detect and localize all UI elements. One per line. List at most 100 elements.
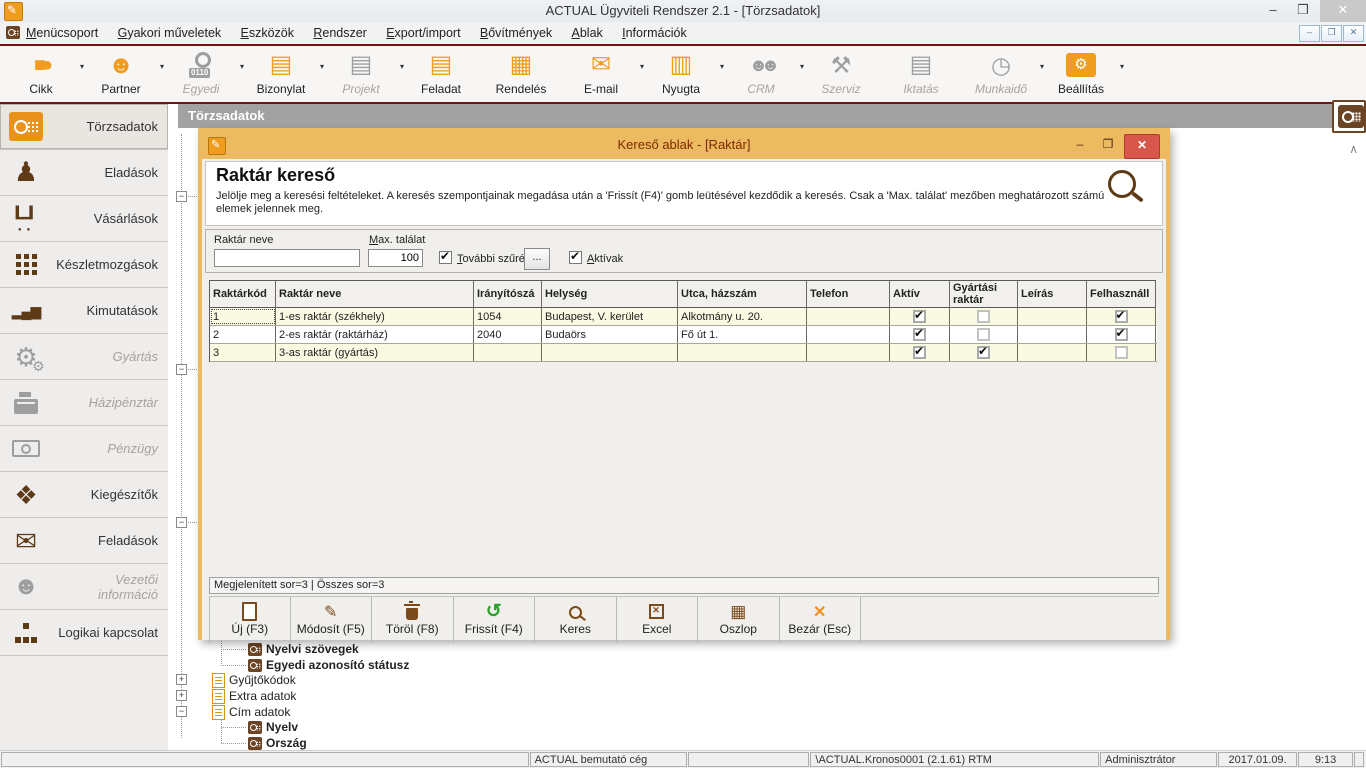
column-header[interactable]: Utca, házszám [678, 280, 807, 308]
grid-header-row[interactable]: Raktárkód Raktár neve Irányítószá Helysé… [210, 280, 1157, 308]
cell-zip[interactable] [474, 344, 542, 361]
menu-menucsoport[interactable]: Menücsoport [26, 22, 98, 44]
window-minimize-button[interactable]: – [1258, 0, 1288, 22]
tree-expander[interactable]: + [176, 690, 187, 701]
cell-street[interactable]: Fő út 1. [678, 326, 807, 343]
menu-gyakori-muveletek[interactable]: Gyakori műveletek [118, 22, 222, 44]
window-restore-button[interactable]: ❐ [1288, 0, 1318, 22]
cell-city[interactable]: Budaörs [542, 326, 678, 343]
modify-button[interactable]: Módosít (F5) [291, 597, 373, 643]
menu-export-import[interactable]: Export/import [386, 22, 460, 44]
grid-row[interactable]: 3 3-as raktár (gyártás) [210, 344, 1157, 362]
aktiv-checkbox[interactable] [913, 328, 926, 341]
mdi-minimize-button[interactable]: – [1299, 25, 1320, 42]
window-close-button[interactable]: ✕ [1320, 0, 1366, 22]
cell-name[interactable]: 1-es raktár (székhely) [276, 308, 474, 325]
dropdown-arrow-icon[interactable] [160, 62, 164, 71]
dropdown-arrow-icon[interactable] [640, 62, 644, 71]
toolbar-rendeles[interactable]: Rendelés [486, 46, 566, 102]
dialog-maximize-button[interactable]: ❐ [1096, 134, 1120, 156]
toolbar-nyugta[interactable]: Nyugta [646, 46, 726, 102]
cell-street[interactable] [678, 344, 807, 361]
mdi-restore-button[interactable]: ❐ [1321, 25, 1342, 42]
more-filter-label[interactable]: További szűrés [457, 253, 530, 265]
tree-item[interactable]: Extra adatok [212, 688, 296, 704]
dropdown-arrow-icon[interactable] [720, 62, 724, 71]
tree-item[interactable]: Ország [248, 735, 307, 751]
sidebar-item-kimutatasok[interactable]: Kimutatások [0, 288, 168, 334]
toolbar-bizonylat[interactable]: Bizonylat [246, 46, 326, 102]
gyartasi-checkbox[interactable] [977, 310, 990, 323]
columns-button[interactable]: Oszlop [698, 597, 780, 643]
dropdown-arrow-icon[interactable] [80, 62, 84, 71]
sidebar-item-vasarlasok[interactable]: Vásárlások [0, 196, 168, 242]
dialog-minimize-button[interactable]: – [1068, 134, 1092, 156]
menu-bovitmenyek[interactable]: Bővítmények [480, 22, 552, 44]
dialog-close-button[interactable]: ✕ [1124, 134, 1160, 159]
column-header[interactable]: Aktív [890, 280, 950, 308]
toolbar-beallitas[interactable]: Beállítás [1046, 46, 1126, 102]
sidebar-item-feladasok[interactable]: Feladások [0, 518, 168, 564]
cell-leiras[interactable] [1018, 308, 1087, 325]
warehouse-name-input[interactable] [214, 249, 360, 267]
felhasznal-checkbox[interactable] [1115, 310, 1128, 323]
search-button[interactable]: Keres [535, 597, 617, 643]
max-results-input[interactable] [368, 249, 423, 267]
toolbar-cikk[interactable]: Cikk [6, 46, 86, 102]
cell-name[interactable]: 3-as raktár (gyártás) [276, 344, 474, 361]
tree-expander[interactable]: − [176, 706, 187, 717]
menu-rendszer[interactable]: Rendszer [313, 22, 367, 44]
more-filter-checkbox[interactable] [439, 251, 452, 264]
gyartasi-checkbox[interactable] [977, 346, 990, 359]
felhasznal-checkbox[interactable] [1115, 346, 1128, 359]
tree-item[interactable]: Cím adatok [212, 704, 290, 720]
column-header[interactable]: Felhasználl [1087, 280, 1156, 308]
column-header[interactable]: Raktárkód [210, 280, 276, 308]
mdi-close-button[interactable]: ✕ [1343, 25, 1364, 42]
sidebar-item-kiegeszitok[interactable]: Kiegészítők [0, 472, 168, 518]
cell-zip[interactable]: 2040 [474, 326, 542, 343]
tree-item[interactable]: Gyűjtőkódok [212, 672, 296, 688]
menu-eszkozok[interactable]: Eszközök [241, 22, 295, 44]
dropdown-arrow-icon[interactable] [320, 62, 324, 71]
tree-expander[interactable]: − [176, 364, 187, 375]
grid-row[interactable]: 1 1-es raktár (székhely) 1054 Budapest, … [210, 308, 1157, 326]
tree-expander[interactable]: + [176, 674, 187, 685]
sidebar-item-torzsadatok[interactable]: Törzsadatok [0, 104, 168, 150]
close-button[interactable]: Bezár (Esc) [780, 597, 862, 643]
column-header[interactable]: Gyártási raktár [950, 280, 1018, 308]
dialog-titlebar[interactable]: Kereső ablak - [Raktár] – ❐ ✕ [202, 132, 1166, 159]
cell-code[interactable]: 2 [210, 326, 276, 343]
toolbar-email[interactable]: E-mail [566, 46, 646, 102]
tree-item[interactable]: Nyelvi szövegek [248, 641, 359, 657]
sidebar-item-keszletmozgasok[interactable]: Készletmozgások [0, 242, 168, 288]
grid-row[interactable]: 2 2-es raktár (raktárház) 2040 Budaörs F… [210, 326, 1157, 344]
column-header[interactable]: Telefon [807, 280, 890, 308]
tree-item[interactable]: Egyedi azonosító státusz [248, 657, 409, 673]
cell-phone[interactable] [807, 326, 890, 343]
felhasznal-checkbox[interactable] [1115, 328, 1128, 341]
cell-street[interactable]: Alkotmány u. 20. [678, 308, 807, 325]
column-header[interactable]: Irányítószá [474, 280, 542, 308]
cell-phone[interactable] [807, 308, 890, 325]
aktiv-checkbox[interactable] [913, 310, 926, 323]
torzsadatok-safe-button[interactable] [1332, 100, 1366, 133]
excel-button[interactable]: Excel [617, 597, 699, 643]
new-button[interactable]: Új (F3) [209, 597, 291, 643]
column-header[interactable]: Helység [542, 280, 678, 308]
tree-expander[interactable]: − [176, 191, 187, 202]
active-label[interactable]: Aktívak [587, 253, 623, 265]
cell-city[interactable]: Budapest, V. kerület [542, 308, 678, 325]
cell-code[interactable]: 3 [210, 344, 276, 361]
menu-informaciok[interactable]: Információk [622, 22, 687, 44]
toolbar-feladat[interactable]: Feladat [406, 46, 486, 102]
gyartasi-checkbox[interactable] [977, 328, 990, 341]
aktiv-checkbox[interactable] [913, 346, 926, 359]
toolbar-partner[interactable]: Partner [86, 46, 166, 102]
column-header[interactable]: Leírás [1018, 280, 1087, 308]
cell-name[interactable]: 2-es raktár (raktárház) [276, 326, 474, 343]
dropdown-arrow-icon[interactable] [1120, 62, 1124, 71]
cell-leiras[interactable] [1018, 344, 1087, 361]
cell-city[interactable] [542, 344, 678, 361]
cell-phone[interactable] [807, 344, 890, 361]
